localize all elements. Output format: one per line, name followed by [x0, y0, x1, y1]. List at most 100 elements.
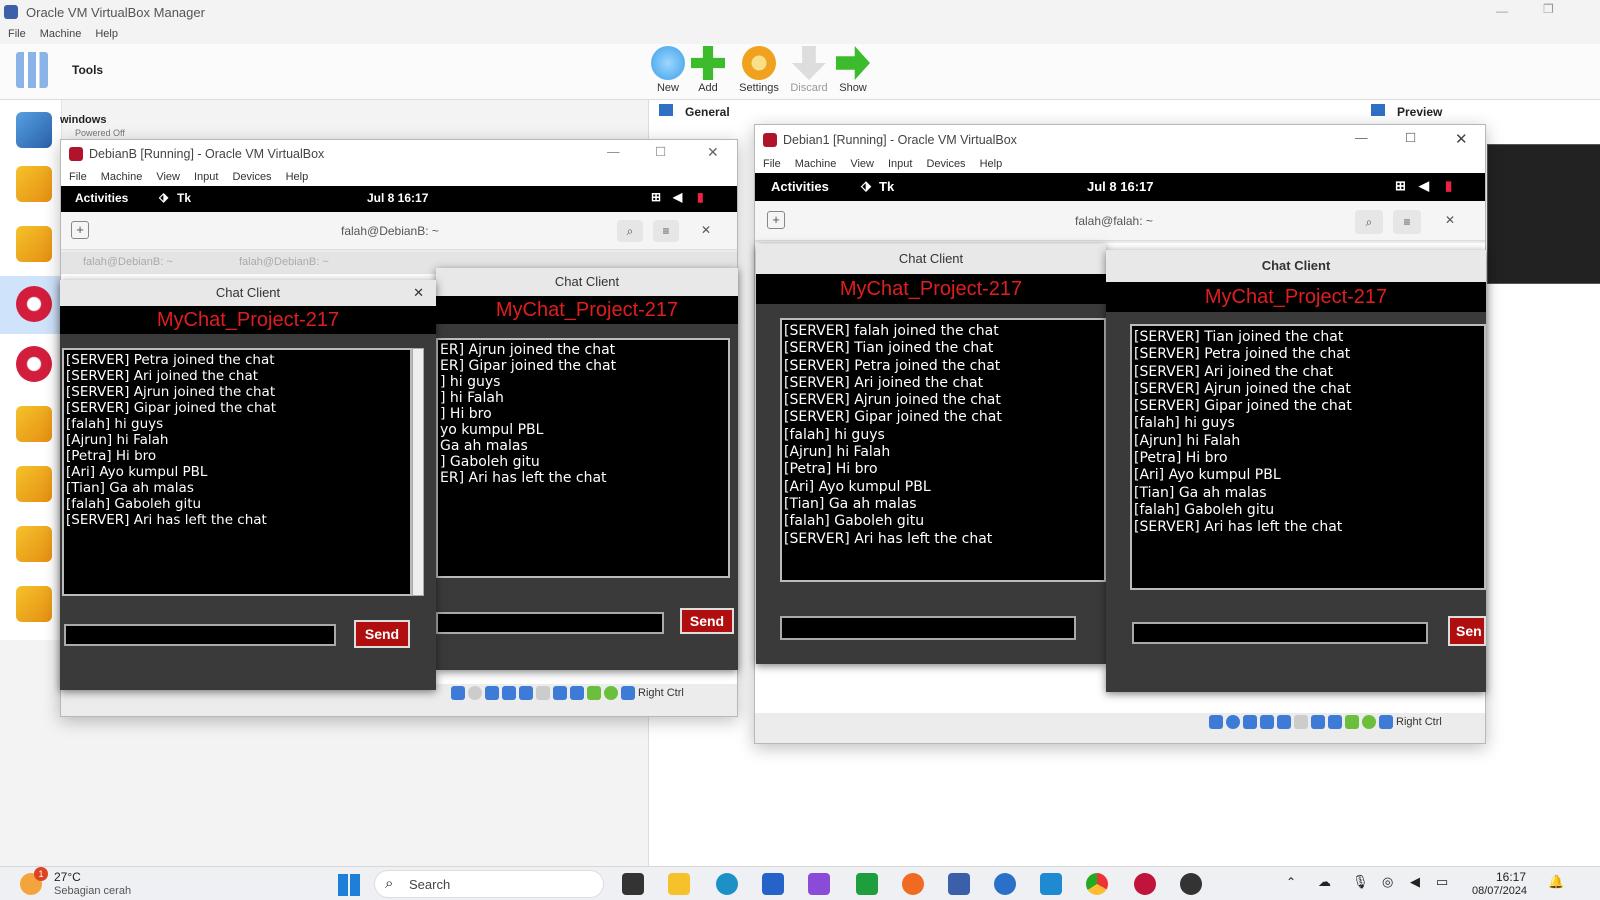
send-button[interactable]: Sen	[1448, 616, 1486, 646]
network-icon[interactable]: ⊞	[1395, 178, 1406, 194]
optical-icon[interactable]	[468, 686, 482, 700]
chrome-icon[interactable]	[1086, 873, 1108, 895]
app-icon[interactable]	[1180, 873, 1202, 895]
menu-machine[interactable]: Machine	[795, 158, 837, 170]
cpu-icon[interactable]	[587, 686, 601, 700]
menu-file[interactable]: File	[8, 28, 26, 40]
close-icon[interactable]: ✕	[701, 223, 711, 237]
clock-time[interactable]: 16:17	[1496, 870, 1526, 884]
debian-vm-icon[interactable]	[16, 226, 52, 262]
close-icon[interactable]: ✕	[707, 144, 719, 161]
menu-view[interactable]: View	[850, 158, 874, 170]
clock[interactable]: Jul 8 16:17	[367, 191, 428, 205]
menu-help[interactable]: Help	[980, 158, 1003, 170]
hdd-icon[interactable]	[1209, 715, 1223, 729]
audio-icon[interactable]	[485, 686, 499, 700]
activities-button[interactable]: Activities	[75, 191, 128, 205]
close-icon[interactable]: ✕	[1445, 213, 1455, 227]
new-tab-icon[interactable]: +	[71, 221, 89, 239]
restore-icon[interactable]: ❐	[1543, 2, 1554, 16]
hdd-icon[interactable]	[451, 686, 465, 700]
debian-vm-icon[interactable]	[16, 406, 52, 442]
new-tab-icon[interactable]: +	[767, 211, 785, 229]
network-icon[interactable]	[1260, 715, 1274, 729]
volume-icon[interactable]: ◀	[1419, 178, 1429, 194]
debian-vm-icon[interactable]	[16, 466, 52, 502]
message-input[interactable]	[1132, 622, 1428, 644]
settings-button[interactable]: Settings	[736, 46, 782, 94]
message-input[interactable]	[64, 624, 336, 646]
volume-icon[interactable]: ◀	[673, 190, 682, 204]
optical-icon[interactable]	[1226, 715, 1240, 729]
add-button[interactable]: Add	[685, 46, 731, 94]
mouse-icon[interactable]	[604, 686, 618, 700]
photo-app-icon[interactable]	[808, 873, 830, 895]
start-windows-icon[interactable]	[338, 874, 360, 896]
cpu-icon[interactable]	[1345, 715, 1359, 729]
mouse-icon[interactable]	[1362, 715, 1376, 729]
menu-devices[interactable]: Devices	[926, 158, 965, 170]
debian-vm-icon[interactable]	[16, 586, 52, 622]
keyboard-icon[interactable]	[621, 686, 635, 700]
menu-file[interactable]: File	[763, 158, 781, 170]
notification-bell-icon[interactable]: 🔔	[1548, 874, 1564, 890]
vm-item-windows[interactable]	[0, 106, 62, 152]
usb-icon[interactable]	[519, 686, 533, 700]
debian-running-icon[interactable]	[1134, 873, 1156, 895]
message-input[interactable]	[780, 616, 1076, 640]
shared-folder-icon[interactable]	[536, 686, 550, 700]
cloud-icon[interactable]: ☁	[1318, 874, 1331, 890]
debian-vm-icon[interactable]	[16, 526, 52, 562]
firefox-icon[interactable]	[902, 873, 924, 895]
maximize-icon[interactable]: ☐	[1405, 130, 1416, 145]
globe-icon[interactable]: ◎	[1382, 874, 1393, 890]
minimize-icon[interactable]: —	[607, 145, 620, 159]
maximize-icon[interactable]: ☐	[655, 144, 666, 159]
send-button[interactable]: Send	[354, 620, 410, 648]
audio-icon[interactable]	[1243, 715, 1257, 729]
task-view-icon[interactable]	[622, 873, 644, 895]
file-explorer-icon[interactable]	[668, 873, 690, 895]
tk-app-menu[interactable]: Tk	[177, 191, 191, 205]
search-icon[interactable]: ⌕	[617, 220, 643, 242]
edge-icon[interactable]	[716, 873, 738, 895]
hamburger-menu-icon[interactable]: ≡	[653, 220, 679, 242]
message-input[interactable]	[436, 612, 664, 634]
usb-icon[interactable]	[1277, 715, 1291, 729]
terminal-tab[interactable]: falah@DebianB: ~	[239, 256, 329, 268]
store-icon[interactable]	[762, 873, 784, 895]
recording-icon[interactable]	[570, 686, 584, 700]
show-button[interactable]: Show	[830, 46, 876, 94]
close-icon[interactable]: ✕	[413, 280, 424, 306]
discard-button[interactable]: Discard	[786, 46, 832, 94]
activities-button[interactable]: Activities	[771, 179, 829, 194]
vscode-icon[interactable]	[1040, 873, 1062, 895]
temperature[interactable]: 27°C	[54, 870, 81, 884]
menu-input[interactable]: Input	[194, 171, 218, 183]
battery-icon[interactable]: ▮	[1445, 178, 1452, 194]
taskbar-search[interactable]: ⌕ Search	[374, 870, 604, 898]
debian-swirl-icon[interactable]	[16, 286, 52, 322]
tools-button[interactable]: Tools	[16, 52, 103, 88]
minimize-icon[interactable]: —	[1355, 131, 1368, 145]
xbox-icon[interactable]	[856, 873, 878, 895]
shared-folder-icon[interactable]	[1294, 715, 1308, 729]
display-icon[interactable]	[553, 686, 567, 700]
volume-icon[interactable]: ◀	[1410, 874, 1420, 890]
display-icon[interactable]	[1311, 715, 1325, 729]
recording-icon[interactable]	[1328, 715, 1342, 729]
send-button[interactable]: Send	[680, 608, 734, 634]
chat-scrollbar[interactable]	[412, 348, 424, 596]
battery-icon[interactable]: ▭	[1436, 874, 1448, 890]
chevron-up-icon[interactable]: ⌃	[1286, 875, 1296, 889]
tk-app-menu[interactable]: Tk	[879, 179, 894, 194]
close-icon[interactable]: ✕	[1455, 130, 1468, 148]
battery-icon[interactable]: ▮	[697, 190, 704, 204]
hamburger-menu-icon[interactable]: ≡	[1393, 210, 1421, 234]
clock[interactable]: Jul 8 16:17	[1087, 179, 1154, 194]
menu-help[interactable]: Help	[95, 28, 118, 40]
menu-machine[interactable]: Machine	[40, 28, 82, 40]
microphone-icon[interactable]: 🎙	[1352, 874, 1369, 890]
network-icon[interactable]	[502, 686, 516, 700]
menu-help[interactable]: Help	[286, 171, 309, 183]
